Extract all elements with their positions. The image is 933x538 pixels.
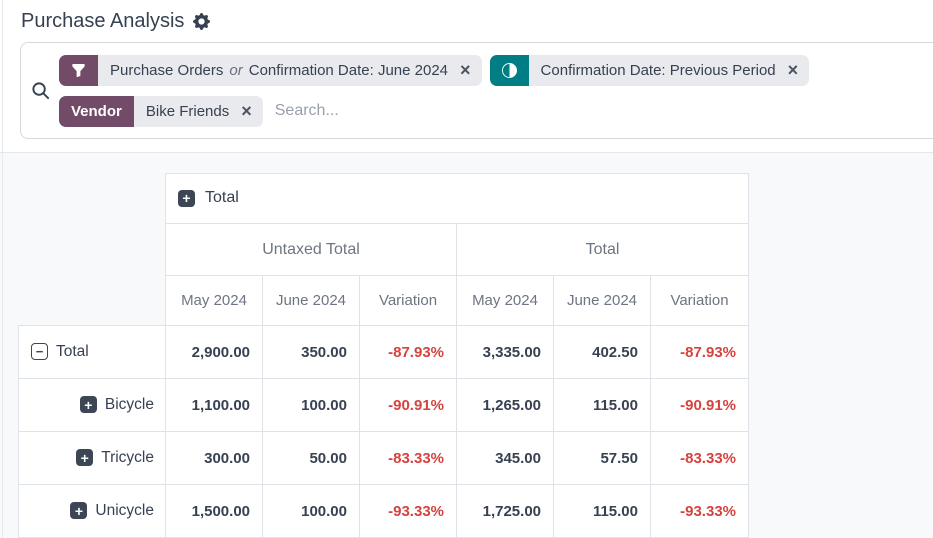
pivot-cell-variation: -90.91% [360, 379, 457, 432]
pivot-row-header-bicycle[interactable]: + Bicycle [19, 379, 166, 432]
gear-icon[interactable] [193, 13, 210, 30]
search-panel: Purchase Orders or Confirmation Date: Ju… [20, 42, 933, 139]
pivot-table: + Total Untaxed Total Total May 2024 Jun… [18, 173, 749, 538]
facet-groupby-label: Vendor [59, 96, 134, 127]
collapse-row-icon[interactable]: − [31, 343, 48, 360]
remove-facet-icon[interactable]: × [239, 96, 263, 127]
comparison-half-circle-icon [490, 55, 529, 86]
row-label: Bicycle [105, 396, 154, 414]
control-panel-header: Purchase Analysis [0, 0, 933, 42]
pivot-cell: 2,900.00 [166, 326, 263, 379]
facet-comparison: Confirmation Date: Previous Period × [490, 55, 810, 86]
row-label: Total [56, 343, 89, 361]
pivot-measure-untaxed-total[interactable]: Untaxed Total [166, 224, 457, 276]
facet-groupby-values: Bike Friends [134, 96, 239, 127]
search-icon [21, 81, 59, 100]
pivot-cell-variation: -93.33% [651, 485, 749, 538]
remove-facet-icon[interactable]: × [458, 55, 482, 86]
pivot-row-total: − Total 2,900.00 350.00 -87.93% 3,335.00… [19, 326, 749, 379]
facet-value: Bike Friends [146, 103, 229, 120]
pivot-col-header[interactable]: May 2024 [457, 276, 554, 326]
pivot-cell: 1,265.00 [457, 379, 554, 432]
expand-row-icon[interactable]: + [80, 396, 97, 413]
pivot-row-tricycle: + Tricycle 300.00 50.00 -83.33% 345.00 5… [19, 432, 749, 485]
facet-conjunction: or [229, 62, 242, 79]
content-left-border [2, 0, 3, 538]
facet-comparison-values: Confirmation Date: Previous Period [529, 55, 786, 86]
pivot-cell: 300.00 [166, 432, 263, 485]
pivot-cell: 1,500.00 [166, 485, 263, 538]
pivot-view-area: + Total Untaxed Total Total May 2024 Jun… [0, 152, 933, 538]
search-input[interactable] [271, 96, 933, 126]
pivot-cell: 100.00 [263, 379, 360, 432]
pivot-cell-variation: -87.93% [360, 326, 457, 379]
pivot-row-unicycle: + Unicycle 1,500.00 100.00 -93.33% 1,725… [19, 485, 749, 538]
pivot-cell: 1,100.00 [166, 379, 263, 432]
facet-groupby-vendor: Vendor Bike Friends × [59, 96, 263, 127]
row-label: Unicycle [95, 502, 154, 520]
facet-value: Confirmation Date: June 2024 [249, 62, 448, 79]
pivot-cell: 57.50 [554, 432, 651, 485]
pivot-col-root-header[interactable]: + Total [166, 174, 749, 224]
search-facet-area: Purchase Orders or Confirmation Date: Ju… [59, 55, 933, 127]
filter-funnel-icon [59, 55, 98, 86]
pivot-col-header[interactable]: Variation [360, 276, 457, 326]
pivot-cell: 345.00 [457, 432, 554, 485]
pivot-col-header[interactable]: June 2024 [263, 276, 360, 326]
pivot-row-header-tricycle[interactable]: + Tricycle [19, 432, 166, 485]
pivot-col-header[interactable]: May 2024 [166, 276, 263, 326]
pivot-corner [19, 276, 166, 326]
pivot-col-header[interactable]: Variation [651, 276, 749, 326]
pivot-cell: 402.50 [554, 326, 651, 379]
pivot-corner [19, 174, 166, 224]
facet-filter-values: Purchase Orders or Confirmation Date: Ju… [98, 55, 458, 86]
expand-row-icon[interactable]: + [70, 502, 87, 519]
pivot-cell: 1,725.00 [457, 485, 554, 538]
row-label: Tricycle [101, 449, 154, 467]
facet-filter: Purchase Orders or Confirmation Date: Ju… [59, 55, 482, 86]
pivot-cell-variation: -83.33% [651, 432, 749, 485]
pivot-col-header[interactable]: June 2024 [554, 276, 651, 326]
expand-row-icon[interactable]: + [76, 449, 93, 466]
pivot-row-header-total[interactable]: − Total [19, 326, 166, 379]
pivot-corner [19, 224, 166, 276]
expand-column-icon[interactable]: + [178, 190, 195, 207]
pivot-cell: 350.00 [263, 326, 360, 379]
pivot-cell: 115.00 [554, 485, 651, 538]
pivot-cell-variation: -90.91% [651, 379, 749, 432]
pivot-cell: 3,335.00 [457, 326, 554, 379]
pivot-cell-variation: -93.33% [360, 485, 457, 538]
pivot-row-bicycle: + Bicycle 1,100.00 100.00 -90.91% 1,265.… [19, 379, 749, 432]
pivot-cell: 115.00 [554, 379, 651, 432]
facet-value: Purchase Orders [110, 62, 223, 79]
pivot-cell: 100.00 [263, 485, 360, 538]
page-title: Purchase Analysis [21, 10, 184, 33]
pivot-row-header-unicycle[interactable]: + Unicycle [19, 485, 166, 538]
pivot-measure-total[interactable]: Total [457, 224, 749, 276]
pivot-cell: 50.00 [263, 432, 360, 485]
pivot-cell-variation: -87.93% [651, 326, 749, 379]
facet-value: Confirmation Date: Previous Period [541, 62, 776, 79]
pivot-col-root-label: Total [205, 189, 239, 207]
remove-facet-icon[interactable]: × [786, 55, 810, 86]
pivot-cell-variation: -83.33% [360, 432, 457, 485]
